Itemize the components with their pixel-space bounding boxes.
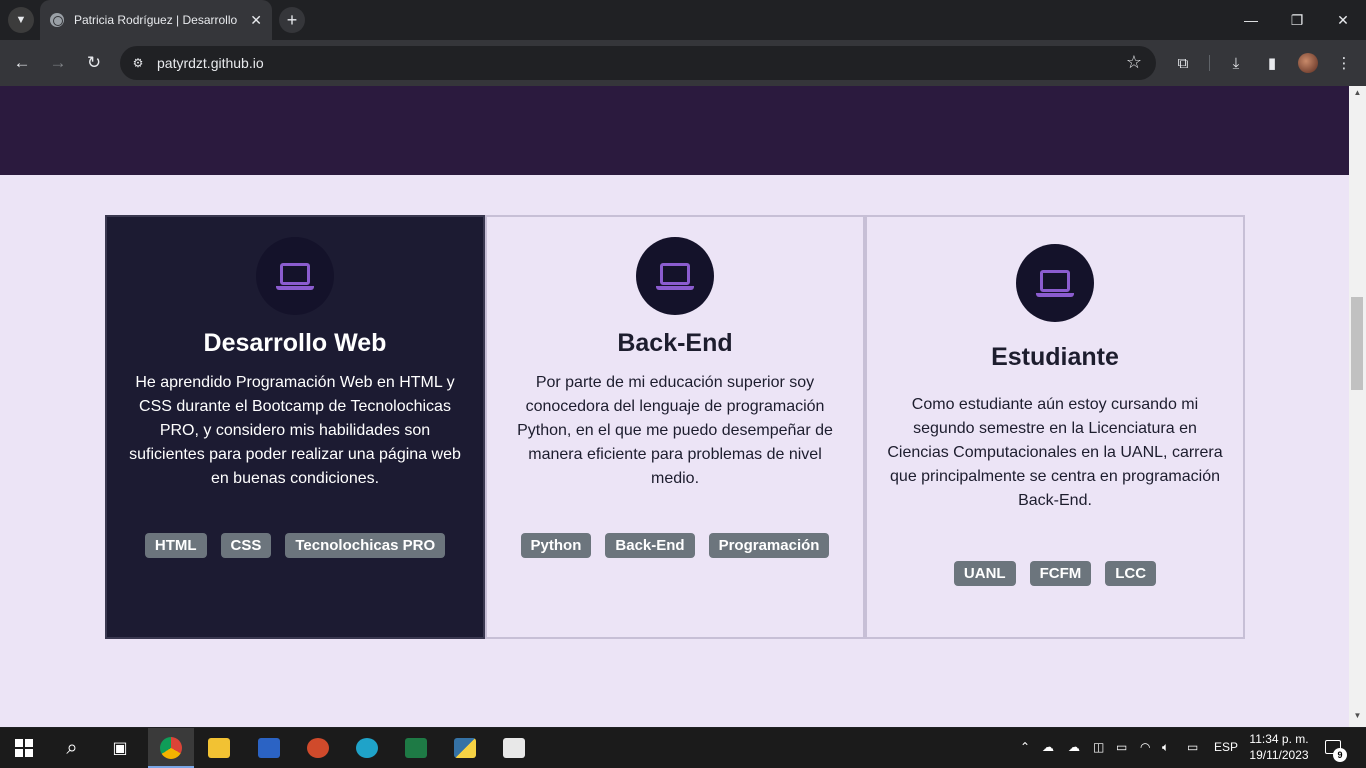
- card-tags: UANL FCFM LCC: [867, 561, 1243, 596]
- file-explorer-icon[interactable]: [205, 734, 233, 762]
- card-title: Back-End: [617, 329, 733, 357]
- tag: Back-End: [605, 533, 695, 558]
- chevron-down-icon: ▼: [15, 14, 27, 26]
- skills-cards: Desarrollo Web He aprendido Programación…: [105, 215, 1245, 639]
- tag: FCFM: [1029, 561, 1092, 586]
- scrollbar-thumb[interactable]: [1351, 297, 1363, 390]
- onedrive-icon[interactable]: ☁: [1068, 740, 1080, 754]
- edge-icon[interactable]: [353, 734, 381, 762]
- tab-strip: ▼ Patricia Rodríguez | Desarrollo ✕ + — …: [0, 0, 1366, 40]
- arrow-right-icon: →: [49, 53, 67, 72]
- laptop-icon: [1036, 268, 1074, 298]
- tag: Tecnolochicas PRO: [285, 533, 446, 558]
- profile-avatar[interactable]: [1298, 53, 1318, 73]
- volume-icon[interactable]: 🔈︎: [1162, 740, 1169, 755]
- card-tags: Python Back-End Programación: [487, 533, 863, 568]
- battery-icon[interactable]: ▭: [1187, 740, 1198, 754]
- tag: CSS: [220, 533, 272, 558]
- chrome-icon[interactable]: [157, 734, 185, 762]
- minimize-button[interactable]: —: [1228, 0, 1274, 40]
- tag: Python: [520, 533, 592, 558]
- language-indicator[interactable]: ESP: [1214, 740, 1238, 754]
- card-description: He aprendido Programación Web en HTML y …: [129, 374, 461, 487]
- tab-search-button[interactable]: ▼: [8, 7, 34, 33]
- python-file-icon[interactable]: [500, 734, 528, 762]
- hero-section-bottom: [0, 86, 1349, 175]
- word-icon[interactable]: [255, 734, 283, 762]
- cloud-icon[interactable]: ☁: [1042, 740, 1054, 754]
- close-window-button[interactable]: ✕: [1320, 0, 1366, 40]
- laptop-icon: [276, 261, 314, 291]
- new-tab-button[interactable]: +: [279, 7, 305, 33]
- tag: LCC: [1105, 561, 1157, 586]
- reload-icon: ↻: [86, 53, 102, 72]
- card-icon-circle: [636, 237, 714, 315]
- address-bar[interactable]: ⚙ patyrdzt.github.io ☆: [120, 46, 1156, 80]
- windows-logo-icon: [15, 739, 33, 757]
- card-estudiante: Estudiante Como estudiante aún estoy cur…: [865, 215, 1245, 639]
- browser-toolbar: ← → ↻ ⚙ patyrdzt.github.io ☆ ⧉ ⤓ ▮ ⋮: [0, 40, 1366, 86]
- extensions-icon[interactable]: ⧉: [1172, 52, 1194, 74]
- windows-taskbar: ⌕ ▣ ⌃ ☁ ☁ ◫ ▭ ◠ 🔈︎ ▭ ESP 11:34 p. m. 19/…: [0, 728, 1366, 768]
- active-tab[interactable]: Patricia Rodríguez | Desarrollo ✕: [40, 0, 272, 40]
- card-description: Por parte de mi educación superior soy c…: [517, 374, 833, 487]
- clock-date: 19/11/2023: [1249, 748, 1309, 762]
- python-icon[interactable]: [451, 734, 479, 762]
- tab-title: Patricia Rodríguez | Desarrollo: [74, 13, 238, 27]
- scroll-up-icon[interactable]: ▲: [1349, 88, 1366, 102]
- download-icon[interactable]: ⤓: [1225, 52, 1247, 74]
- task-view-icon[interactable]: ▣: [106, 734, 134, 762]
- arrow-left-icon: ←: [13, 53, 31, 72]
- excel-icon[interactable]: [402, 734, 430, 762]
- card-title: Estudiante: [991, 343, 1119, 371]
- wifi-icon[interactable]: ◠: [1140, 740, 1150, 754]
- page-scrollbar[interactable]: ▲ ▼: [1349, 86, 1366, 727]
- site-settings-icon[interactable]: ⚙: [130, 55, 146, 71]
- card-icon-circle: [256, 237, 334, 315]
- bookmark-star-icon[interactable]: ☆: [1126, 52, 1142, 73]
- powerpoint-icon[interactable]: [304, 734, 332, 762]
- card-back-end: Back-End Por parte de mi educación super…: [485, 215, 865, 639]
- laptop-icon: [656, 261, 694, 291]
- start-button[interactable]: [10, 734, 38, 762]
- card-title: Desarrollo Web: [203, 329, 387, 357]
- scroll-down-icon[interactable]: ▼: [1349, 711, 1366, 725]
- tag: UANL: [953, 561, 1016, 586]
- side-panel-icon[interactable]: ▮: [1261, 52, 1283, 74]
- camera-icon[interactable]: ◫: [1093, 740, 1104, 754]
- toolbar-divider: [1209, 55, 1210, 71]
- tab-close-button[interactable]: ✕: [250, 12, 262, 29]
- reload-button[interactable]: ↻: [80, 49, 108, 77]
- search-icon[interactable]: ⌕: [58, 734, 86, 762]
- clock-time: 11:34 p. m.: [1249, 732, 1309, 746]
- card-tags: HTML CSS Tecnolochicas PRO: [107, 533, 483, 568]
- card-desarrollo-web: Desarrollo Web He aprendido Programación…: [105, 215, 485, 639]
- page-viewport: Desarrollo Web He aprendido Programación…: [0, 86, 1349, 727]
- clock[interactable]: 11:34 p. m. 19/11/2023: [1244, 731, 1314, 763]
- chevron-up-icon[interactable]: ⌃: [1020, 740, 1030, 754]
- globe-icon: [50, 13, 64, 27]
- forward-button[interactable]: →: [44, 49, 72, 77]
- back-button[interactable]: ←: [8, 49, 36, 77]
- card-description: Como estudiante aún estoy cursando mi se…: [887, 396, 1223, 509]
- notification-badge: 9: [1333, 748, 1347, 762]
- maximize-button[interactable]: ❐: [1274, 0, 1320, 40]
- card-icon-circle: [1016, 244, 1094, 322]
- tag: HTML: [144, 533, 207, 558]
- display-icon[interactable]: ▭: [1116, 740, 1127, 754]
- url-text[interactable]: patyrdzt.github.io: [157, 55, 264, 71]
- tag: Programación: [708, 533, 830, 558]
- menu-kebab-icon[interactable]: ⋮: [1333, 52, 1355, 74]
